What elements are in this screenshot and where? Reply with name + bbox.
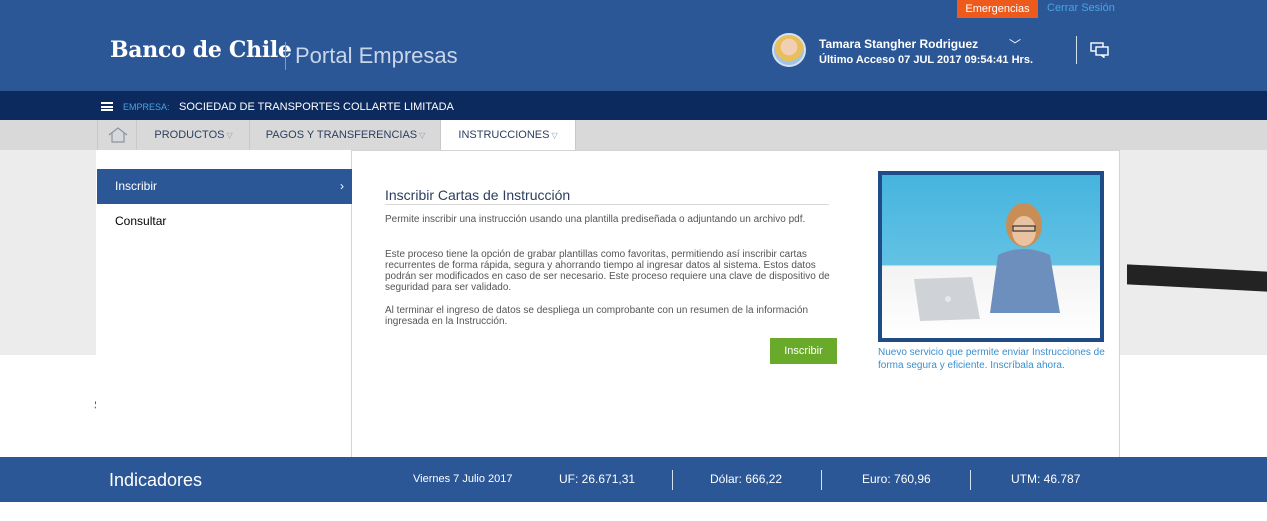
- company-label: EMPRESA:: [123, 102, 170, 112]
- woman-illustration: [990, 203, 1060, 313]
- indicators-date: Viernes 7 Julio 2017: [413, 473, 513, 485]
- nav-label: PAGOS Y TRANSFERENCIAS: [265, 129, 418, 141]
- chevron-right-icon: ›: [340, 179, 344, 193]
- title-divider: [385, 204, 829, 205]
- home-button[interactable]: [97, 120, 137, 150]
- nav-instrucciones[interactable]: INSTRUCCIONES ▽: [441, 120, 576, 150]
- panel-paragraph: Al terminar el ingreso de datos se despl…: [385, 305, 809, 327]
- panel-paragraph: Permite inscribir una instrucción usando…: [385, 214, 806, 225]
- brand-divider: [285, 42, 286, 70]
- portal-name: Portal Empresas: [295, 43, 458, 68]
- submenu-item-inscribir[interactable]: Inscribir ›: [97, 169, 352, 204]
- indicator-divider: [821, 470, 822, 490]
- panel-title: Inscribir Cartas de Instrucción: [385, 187, 571, 203]
- logout-link[interactable]: Cerrar Sesión: [1047, 2, 1115, 14]
- indicator-divider: [970, 470, 971, 490]
- indicator-uf: UF: 26.671,31: [559, 472, 636, 486]
- nav-label: INSTRUCCIONES: [458, 129, 550, 141]
- indicator-euro: Euro: 760,96: [862, 472, 931, 486]
- last-access: Último Acceso 07 JUL 2017 09:54:41 Hrs.: [819, 54, 1034, 66]
- chat-icon[interactable]: [1090, 42, 1110, 58]
- bank-logo[interactable]: Banco de Chile: [110, 37, 292, 63]
- submenu-label: Consultar: [115, 214, 167, 228]
- menu-icon[interactable]: [101, 102, 113, 111]
- indicator-divider: [672, 470, 673, 490]
- chevron-down-icon[interactable]: ﹀: [1009, 36, 1021, 53]
- nav-productos[interactable]: PRODUCTOS ▽: [138, 120, 250, 150]
- panel-paragraph: Este proceso tiene la opción de grabar p…: [385, 249, 830, 293]
- promo-image[interactable]: [878, 171, 1104, 342]
- chevron-down-icon: ▽: [419, 131, 426, 140]
- inscribir-button[interactable]: Inscribir: [770, 338, 837, 364]
- indicator-dolar: Dólar: 666,22: [710, 472, 783, 486]
- header-divider: [1076, 36, 1077, 64]
- submenu-label: Inscribir: [115, 179, 158, 193]
- chevron-down-icon: ▽: [551, 131, 558, 140]
- nav-label: PRODUCTOS: [154, 129, 225, 141]
- promo-caption[interactable]: Nuevo servicio que permite enviar Instru…: [878, 346, 1108, 372]
- indicators-title: Indicadores: [109, 470, 203, 490]
- emergency-button[interactable]: Emergencias: [957, 0, 1038, 18]
- user-name[interactable]: Tamara Stangher Rodriguez: [819, 37, 978, 51]
- laptop-illustration: [914, 277, 980, 321]
- nav-pagos-transferencias[interactable]: PAGOS Y TRANSFERENCIAS ▽: [251, 120, 441, 150]
- user-avatar[interactable]: [772, 33, 806, 67]
- home-icon: [108, 127, 128, 143]
- submenu-item-consultar[interactable]: Consultar: [97, 204, 352, 239]
- indicator-utm: UTM: 46.787: [1011, 472, 1081, 486]
- chevron-down-icon: ▽: [226, 131, 233, 140]
- company-name: SOCIEDAD DE TRANSPORTES COLLARTE LIMITAD…: [179, 101, 454, 113]
